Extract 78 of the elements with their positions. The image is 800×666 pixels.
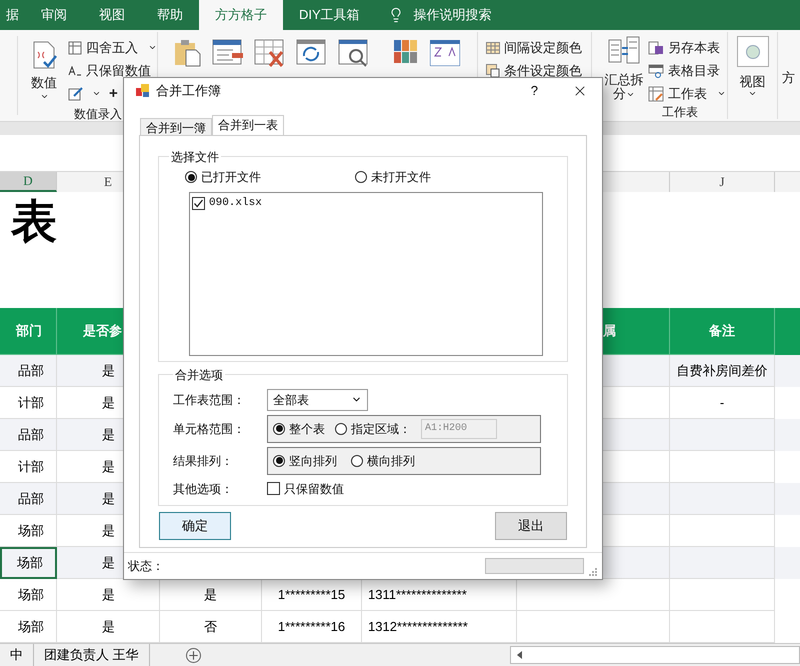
dialog-button[interactable]: 退出 xyxy=(495,512,567,540)
sheet-range-dropdown[interactable]: 全部表 xyxy=(267,388,368,411)
radio-icon xyxy=(273,422,285,435)
radio-icon xyxy=(355,170,367,183)
group-title: 选择文件 xyxy=(170,148,220,166)
radio-option[interactable]: 横向排列 xyxy=(351,452,415,470)
scroll-left-icon[interactable] xyxy=(515,650,525,660)
tab[interactable]: 合并到一表 xyxy=(212,114,284,135)
window-title: 合并工作簿 xyxy=(156,82,221,100)
color-grid-icon xyxy=(394,40,418,64)
field-label: 结果排列： xyxy=(173,452,234,470)
table-icon xyxy=(68,40,82,54)
tab[interactable]: 合并到一簿 xyxy=(140,118,212,135)
checkbox[interactable]: 只保留数值 xyxy=(267,480,344,498)
add-sheet-icon[interactable] xyxy=(186,648,201,662)
split-button[interactable]: 汇总拆 分 xyxy=(604,36,644,119)
ribbon-tab[interactable]: 视图 xyxy=(83,0,141,30)
ribbon-button[interactable]: 方 xyxy=(782,68,795,88)
group-title: 合并选项 xyxy=(174,366,224,384)
search-table-icon xyxy=(338,38,370,68)
save-icon xyxy=(648,40,664,54)
field-label: 其他选项： xyxy=(173,480,234,498)
edit-icon xyxy=(68,86,84,102)
worksheet-button[interactable]: 工作表 xyxy=(648,82,726,105)
horizontal-scrollbar[interactable] xyxy=(510,646,800,664)
ribbon-tab[interactable]: 据 xyxy=(0,0,25,30)
table-link-icon xyxy=(648,64,664,78)
view-button[interactable]: 视图 xyxy=(736,36,768,119)
radio-icon xyxy=(185,171,197,184)
abc-icon xyxy=(68,66,82,76)
field-label: 单元格范围： xyxy=(173,420,246,438)
checkbox[interactable]: 090.xlsx xyxy=(192,194,262,212)
split-icon xyxy=(608,36,640,66)
value-button[interactable]: 数值 xyxy=(24,36,64,105)
app-icon xyxy=(136,84,150,98)
ribbon-tab[interactable]: DIY工具箱 xyxy=(283,0,376,30)
radio-option[interactable]: 未打开文件 xyxy=(355,168,431,186)
sheet-tab[interactable]: 团建负责人 王华 xyxy=(34,644,150,666)
field-label: 工作表范围： xyxy=(173,392,246,409)
radio-option[interactable]: 已打开文件 xyxy=(185,168,261,186)
radio-icon xyxy=(335,422,347,435)
table-cell[interactable]: 场部 xyxy=(0,515,57,547)
save-sheet-button[interactable]: 另存本表 xyxy=(648,36,726,59)
sheet-tab[interactable]: 中 xyxy=(0,644,34,666)
radio-option[interactable]: 竖向排列 xyxy=(273,452,337,470)
checkbox-icon xyxy=(267,482,280,496)
ribbon-tab[interactable]: 审阅 xyxy=(25,0,83,30)
caret-icon xyxy=(717,89,726,98)
sheet-title: 表 xyxy=(11,198,57,244)
caret-icon xyxy=(148,43,157,52)
caret-icon xyxy=(748,89,757,98)
keep-values-button[interactable]: 只保留数值 xyxy=(68,59,157,82)
column-header[interactable]: D xyxy=(0,172,57,192)
tell-me-search[interactable]: 操作说明搜索 xyxy=(414,5,492,25)
table-index-button[interactable]: 表格目录 xyxy=(648,59,726,82)
dialog-button[interactable]: 确定 xyxy=(159,512,231,540)
plus-button[interactable]: + xyxy=(109,86,118,101)
help-button[interactable]: ? xyxy=(530,81,538,101)
caret-icon xyxy=(92,89,101,98)
sheet-icon xyxy=(648,86,664,102)
grid-icon xyxy=(486,42,500,54)
table-cell[interactable]: 场部 xyxy=(0,547,57,579)
group-label: 工作表 xyxy=(662,105,699,119)
checkbox-icon xyxy=(192,196,205,210)
ribbon-tab[interactable]: 帮助 xyxy=(141,0,199,30)
radio-option[interactable]: 指定区域： xyxy=(335,420,411,438)
interval-color-button[interactable]: 间隔设定颜色 xyxy=(486,36,591,59)
radio-option[interactable]: 整个表 xyxy=(273,420,325,438)
delete-table-icon xyxy=(254,38,286,68)
resize-grip-icon xyxy=(588,567,598,577)
sort-icon xyxy=(430,40,460,66)
radio-icon xyxy=(273,454,285,467)
round-button[interactable]: 四舍五入 xyxy=(68,36,157,59)
clipboard-icon xyxy=(172,38,202,68)
radio-icon xyxy=(351,454,363,467)
ribbon-tab[interactable]: 方方格子 xyxy=(199,0,283,30)
caret-icon xyxy=(40,92,48,101)
group-label: 数值录入 xyxy=(74,106,123,121)
